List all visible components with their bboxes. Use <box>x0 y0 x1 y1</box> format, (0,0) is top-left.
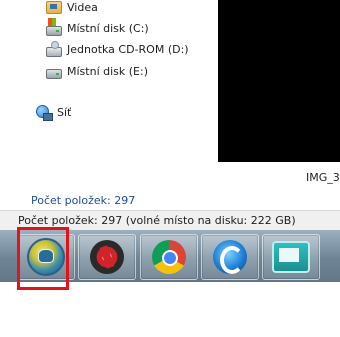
chrome-icon <box>152 240 186 274</box>
blue-c-app-icon <box>213 240 247 274</box>
nav-item-label: Místní disk (E:) <box>67 64 148 78</box>
cd-rom-drive-icon <box>46 40 62 57</box>
nav-item-videa[interactable]: Videa <box>46 0 98 16</box>
navigation-pane: Videa Místní disk (C:) Jednotka CD-ROM (… <box>0 0 218 210</box>
highlight-annotation-box <box>17 227 69 290</box>
network-icon <box>36 104 53 121</box>
taskbar-button-app4[interactable] <box>201 234 259 280</box>
preview-file-name: IMG_3 <box>306 171 340 184</box>
videos-folder-icon <box>46 0 62 14</box>
nav-item-label: Videa <box>67 0 98 14</box>
teal-window-app-icon <box>272 241 310 273</box>
nav-item-local-disk-e[interactable]: Místní disk (E:) <box>46 62 148 80</box>
taskbar-button-app2[interactable] <box>78 234 136 280</box>
nav-item-label: Jednotka CD-ROM (D:) <box>67 42 189 56</box>
nav-item-local-disk-c[interactable]: Místní disk (C:) <box>46 17 149 37</box>
local-disk-c-icon <box>46 17 62 36</box>
local-disk-e-icon <box>46 68 62 79</box>
nav-item-label: Místní disk (C:) <box>67 21 149 35</box>
item-count: Počet položek: 297 <box>31 194 136 207</box>
nav-item-label: Síť <box>57 105 72 119</box>
status-bar-text: Počet položek: 297 (volné místo na disku… <box>18 214 296 227</box>
taskbar-button-chrome[interactable] <box>140 234 198 280</box>
image-preview[interactable] <box>218 0 340 162</box>
taskbar-button-app5[interactable] <box>262 234 320 280</box>
nav-item-network[interactable]: Síť <box>36 103 71 121</box>
red-black-app-icon <box>90 240 124 274</box>
nav-item-cd-rom[interactable]: Jednotka CD-ROM (D:) <box>46 40 189 58</box>
